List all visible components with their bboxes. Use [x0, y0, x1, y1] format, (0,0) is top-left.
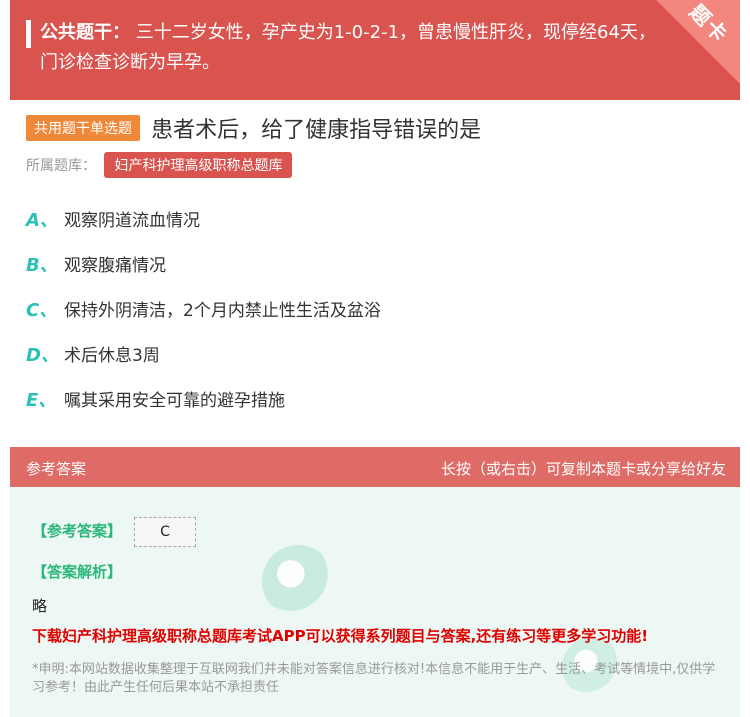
option-text: 观察腹痛情况 [64, 256, 166, 276]
download-app-link[interactable]: 下载妇产科护理高级职称总题库考试APP可以获得系列题目与答案,还有练习等更多学习… [32, 625, 648, 646]
option-letter: C、 [26, 300, 58, 321]
option-letter: A、 [26, 210, 58, 231]
option-letter: E、 [26, 390, 57, 411]
watermark-logo-icon [262, 545, 334, 617]
stem-accent-bar [26, 20, 31, 48]
library-row: 所属题库： 妇产科护理高级职称总题库 [26, 152, 293, 178]
option-text: 观察阴道流血情况 [64, 211, 200, 231]
library-label: 所属题库： [26, 158, 96, 174]
option-letter: B、 [26, 255, 58, 276]
option-e[interactable]: E、 嘱其采用安全可靠的避孕措施 [26, 386, 726, 431]
option-d[interactable]: D、 术后休息3周 [26, 341, 726, 386]
stem-text-block: 公共题干： 三十二岁女性，孕产史为1-0-2-1，曾患慢性肝炎，现停经64天，门… [40, 18, 660, 78]
option-text: 保持外阴清洁，2个月内禁止性生活及盆浴 [64, 301, 381, 321]
answer-header: 参考答案 长按（或右击）可复制本题卡或分享给好友 [10, 447, 740, 487]
analysis-text: 略 [32, 597, 48, 615]
option-letter: D、 [26, 345, 59, 366]
shared-stem-panel: 题卡 公共题干： 三十二岁女性，孕产史为1-0-2-1，曾患慢性肝炎，现停经64… [10, 0, 740, 100]
answer-body: 【参考答案】 C 【答案解析】 略 下载妇产科护理高级职称总题库考试APP可以获… [10, 487, 740, 717]
answer-label: 【参考答案】 [32, 522, 123, 540]
library-link[interactable]: 妇产科护理高级职称总题库 [104, 152, 293, 178]
question-type-badge: 共用题干单选题 [26, 115, 140, 141]
share-hint: 长按（或右击）可复制本题卡或分享给好友 [440, 460, 726, 478]
answer-value: C [134, 517, 196, 547]
options-list: A、 观察阴道流血情况 B、 观察腹痛情况 C、 保持外阴清洁，2个月内禁止性生… [26, 206, 726, 431]
answer-header-title: 参考答案 [26, 460, 87, 478]
option-text: 嘱其采用安全可靠的避孕措施 [64, 391, 285, 411]
option-b[interactable]: B、 观察腹痛情况 [26, 251, 726, 296]
question-row: 共用题干单选题 患者术后，给了健康指导错误的是 [26, 112, 726, 143]
stem-content: 三十二岁女性，孕产史为1-0-2-1，曾患慢性肝炎，现停经64天，门诊检查诊断为… [40, 22, 656, 73]
question-title: 患者术后，给了健康指导错误的是 [151, 118, 482, 143]
option-text: 术后休息3周 [64, 346, 160, 366]
option-c[interactable]: C、 保持外阴清洁，2个月内禁止性生活及盆浴 [26, 296, 726, 341]
disclaimer-text: *申明:本网站数据收集整理于互联网我们并未能对答案信息进行核对!本信息不能用于生… [32, 662, 716, 695]
option-a[interactable]: A、 观察阴道流血情况 [26, 206, 726, 251]
analysis-label: 【答案解析】 [32, 563, 123, 581]
stem-label: 公共题干： [40, 22, 130, 43]
